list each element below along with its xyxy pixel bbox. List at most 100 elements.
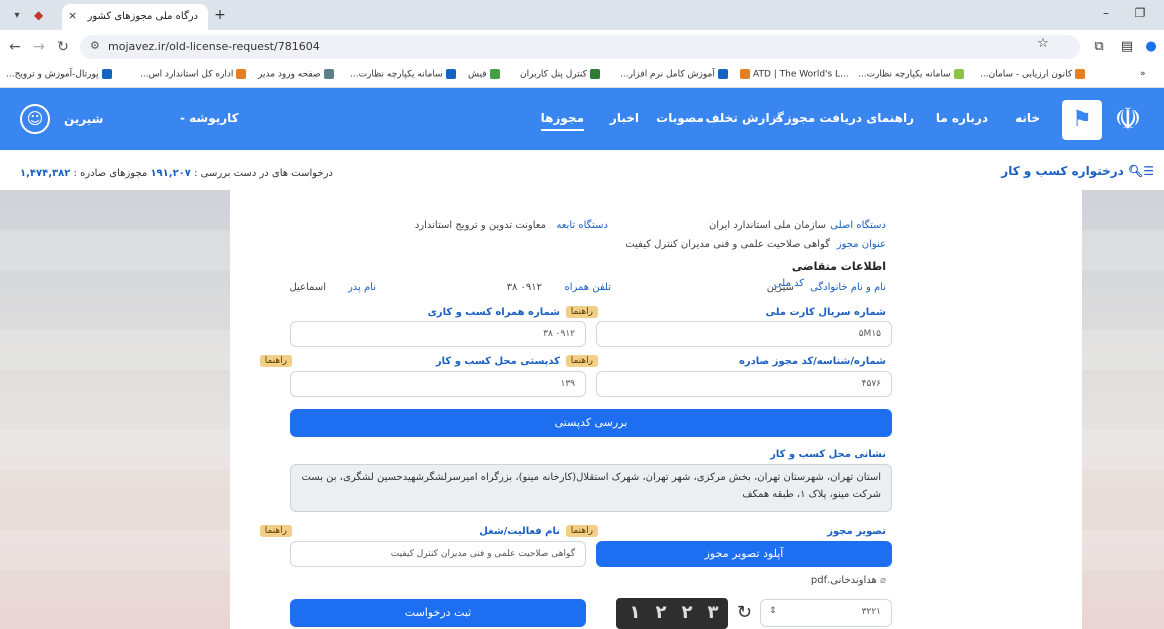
license-title-label: عنوان مجوز: [836, 239, 886, 250]
bookmark-favicon-icon: [489, 69, 500, 79]
father-name-value: اسماعیل: [289, 282, 326, 293]
nav-violation-report[interactable]: گزارش تخلف: [705, 111, 784, 125]
forward-arrow-icon[interactable]: →: [30, 39, 48, 55]
captcha-digit: ۲: [681, 602, 693, 623]
bookmark-favicon-icon: [717, 69, 728, 79]
bookmark-favicon-icon: [589, 69, 600, 79]
request-stats: درخواست های در دست بررسی : ۱۹۱,۲۰۷ مجوزه…: [20, 168, 333, 179]
bookmark-item[interactable]: کانون ارزیابی - سامان...: [980, 69, 1086, 80]
license-id-input[interactable]: ۴۵۷۶: [596, 371, 892, 397]
portal-logo-icon[interactable]: ⚑: [1062, 100, 1102, 140]
mobile-label: تلفن همراه: [564, 282, 611, 293]
bookmark-favicon-icon: [101, 69, 112, 79]
address-textarea[interactable]: استان تهران، شهرستان تهران، بخش مرکزی، ش…: [290, 464, 892, 512]
bookmark-item[interactable]: پورتال-آموزش و ترویج...: [6, 69, 112, 80]
postal-code-label: کدپستی محل کسب و کار: [435, 356, 560, 367]
refresh-captcha-icon[interactable]: ↻: [737, 602, 752, 623]
pinned-tab-icon[interactable]: ◆: [34, 8, 43, 22]
bookmark-item[interactable]: کنترل پنل کاربران: [520, 69, 600, 80]
url-text: mojavez.ir/old-license-request/781604: [108, 40, 320, 53]
restore-button[interactable]: ❐: [1126, 6, 1154, 20]
uploaded-file[interactable]: ⌀ هداوندخانی.pdf: [811, 575, 886, 586]
national-code-label: کد ملی: [773, 278, 804, 289]
bookmark-favicon-icon: [953, 69, 964, 79]
activity-input[interactable]: گواهی صلاحیت علمی و فنی مدیران کنترل کیف…: [290, 541, 586, 567]
license-image-help-button[interactable]: راهنما: [565, 525, 598, 537]
bookmark-item[interactable]: ATD | The World's L...: [740, 69, 849, 80]
iran-emblem-icon[interactable]: ☫: [1106, 98, 1150, 142]
device-sub-label: دستگاه تابعه: [556, 220, 608, 231]
bookmark-favicon-icon: [445, 69, 456, 79]
license-id-help-button[interactable]: راهنما: [565, 355, 598, 367]
bookmark-item[interactable]: صفحه ورود مدیر: [258, 69, 334, 80]
bookmark-item[interactable]: فیش: [468, 69, 500, 80]
side-panel-icon[interactable]: ▤: [1118, 39, 1136, 54]
card-serial-input[interactable]: ۵M۱۵: [596, 321, 892, 347]
site-info-icon[interactable]: ⚙: [90, 39, 100, 52]
submit-request-button[interactable]: ثبت درخواست: [290, 599, 586, 627]
bookmark-item[interactable]: سامانه یکپارچه نظارت...: [858, 69, 964, 80]
profile-icon[interactable]: ●: [1142, 39, 1160, 54]
license-title-value: گواهی صلاحیت علمی و فنی مدیران کنترل کیف…: [625, 239, 830, 250]
captcha-image: ۳ ۲ ۲ ۱: [616, 598, 728, 629]
nav-news[interactable]: اخبار: [610, 111, 639, 125]
nav-about[interactable]: درباره ما: [936, 111, 988, 125]
upload-license-image-button[interactable]: آپلود تصویر مجوز: [596, 541, 892, 567]
device-sub-value: معاونت تدوین و ترویج استاندارد: [414, 220, 546, 231]
omnibox[interactable]: ⚙ mojavez.ir/old-license-request/781604: [80, 35, 1080, 59]
attachment-icon: ⌀: [876, 575, 886, 586]
bookmark-favicon-icon: [236, 69, 247, 79]
new-tab-button[interactable]: +: [210, 7, 230, 23]
minimize-button[interactable]: –: [1092, 6, 1120, 20]
postal-code-help-button[interactable]: راهنما: [259, 355, 292, 367]
name-label: نام و نام خانوادگی: [810, 282, 886, 293]
workspace-menu[interactable]: کارپوشه -: [180, 111, 239, 125]
user-avatar-icon[interactable]: ☺: [20, 104, 50, 134]
activity-help-button[interactable]: راهنما: [259, 525, 292, 537]
bookmark-favicon-icon: [1075, 69, 1086, 79]
nav-resolutions[interactable]: مصوبات: [656, 111, 704, 125]
applicant-heading: اطلاعات متقاضی: [791, 260, 886, 273]
card-serial-label: شماره سریال کارت ملی: [765, 307, 886, 318]
bookmarks-bar: » کانون ارزیابی - سامان... سامانه یکپارچ…: [0, 64, 1164, 88]
tab-search-chevron-icon[interactable]: ▾: [6, 7, 28, 25]
back-arrow-icon[interactable]: ←: [6, 39, 24, 55]
license-id-label: شماره/شناسه/کد مجوز صادره: [738, 356, 886, 367]
search-icon: ☰🔍︎: [1123, 164, 1154, 178]
nav-home[interactable]: خانه: [1015, 111, 1040, 125]
nav-license-guide[interactable]: راهنمای دریافت مجوز -: [776, 111, 914, 125]
business-mobile-label: شماره همراه کسب و کاری: [427, 307, 560, 318]
postal-code-input[interactable]: ۱۳۹: [290, 371, 586, 397]
stepper-icon[interactable]: ⇕: [769, 606, 777, 616]
reload-icon[interactable]: ↻: [54, 39, 72, 55]
browser-tab-strip: ▾ ◆ × درگاه ملی مجوزهای کشور + – ❐: [0, 0, 1164, 30]
captcha-input[interactable]: ۳۲۲۱ ⇕: [760, 599, 892, 627]
sub-header: ☰🔍︎ درختواره کسب و کار درخواست های در دس…: [0, 150, 1164, 190]
captcha-digit: ۲: [655, 602, 667, 623]
user-name: شیرین: [64, 112, 104, 126]
card-serial-help-button[interactable]: راهنما: [565, 306, 598, 318]
device-main-value: سازمان ملی استاندارد ایران: [708, 220, 826, 231]
bookmark-favicon-icon: [323, 69, 334, 79]
bookmark-item[interactable]: سامانه یکپارچه نظارت...: [350, 69, 456, 80]
issued-count: ۱,۴۷۴,۳۸۲: [20, 168, 71, 179]
nav-licenses[interactable]: مجوزها: [540, 111, 584, 131]
site-header: ☫ ⚑ خانه درباره ما راهنمای دریافت مجوز -…: [0, 88, 1164, 150]
tab-title: درگاه ملی مجوزهای کشور: [87, 11, 199, 22]
bookmarks-more-button[interactable]: »: [1140, 69, 1146, 79]
address-label: نشانی محل کسب و کار: [770, 449, 886, 460]
bookmark-item[interactable]: اداره کل استاندارد اس...: [140, 69, 247, 80]
father-name-label: نام پدر: [347, 282, 376, 293]
address-bar-row: ← → ↻ ⚙ mojavez.ir/old-license-request/7…: [0, 30, 1164, 64]
bookmark-star-icon[interactable]: ☆: [1034, 36, 1052, 51]
business-mobile-input[interactable]: ۰۹۱۲ ۳۸: [290, 321, 586, 347]
activity-label: نام فعالیت/شغل: [479, 526, 560, 537]
check-postal-code-button[interactable]: بررسی کدپستی: [290, 409, 892, 437]
tab-close-button[interactable]: ×: [68, 9, 77, 22]
extensions-icon[interactable]: ⧉: [1090, 39, 1108, 54]
browser-tab[interactable]: × درگاه ملی مجوزهای کشور: [62, 4, 208, 30]
bookmark-item[interactable]: آموزش کامل نرم افزار...: [620, 69, 728, 80]
device-main-label: دستگاه اصلی: [830, 220, 886, 231]
pending-count: ۱۹۱,۲۰۷: [150, 168, 191, 179]
business-tree-link[interactable]: ☰🔍︎ درختواره کسب و کار: [1001, 164, 1154, 178]
